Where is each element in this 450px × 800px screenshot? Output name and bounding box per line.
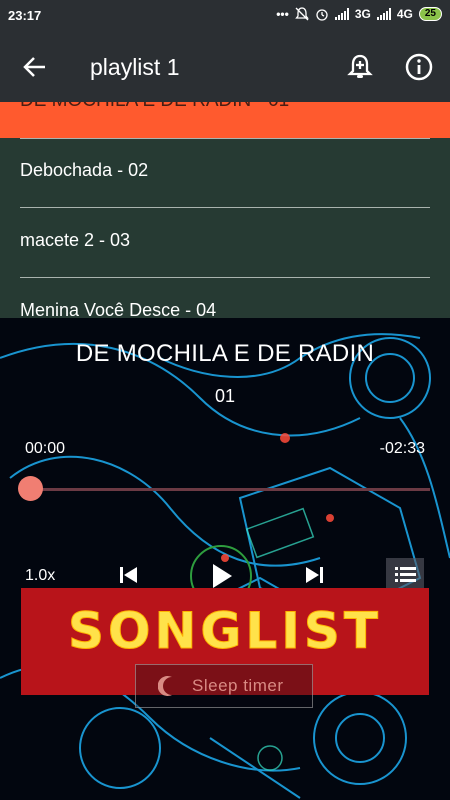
playlist-item-label: Debochada - 02 xyxy=(20,160,149,180)
playlist-item[interactable]: macete 2 - 03 xyxy=(0,208,450,278)
queue-button[interactable] xyxy=(386,558,424,592)
sleep-timer-button[interactable]: Sleep timer xyxy=(135,664,313,708)
track-number: 01 xyxy=(214,386,236,406)
play-icon xyxy=(213,564,232,588)
remaining-time: -02:33 xyxy=(379,440,425,457)
info-icon[interactable] xyxy=(404,52,434,82)
seek-bar[interactable] xyxy=(30,488,430,491)
status-time: 23:17 xyxy=(8,8,42,23)
playlist-item-label: macete 2 - 03 xyxy=(20,230,131,250)
list-icon xyxy=(395,567,416,582)
playlist-item[interactable]: Debochada - 02 xyxy=(0,138,450,208)
battery-icon: 25 xyxy=(418,7,442,21)
elapsed-time: 00:00 xyxy=(25,440,66,457)
network-type-2: 4G xyxy=(396,7,413,21)
status-bar: 23:17 ••• 3G 4G 25 xyxy=(0,0,450,32)
skip-next-icon[interactable] xyxy=(302,564,326,586)
more-dots-icon: ••• xyxy=(276,7,289,21)
status-icons: ••• 3G 4G 25 xyxy=(276,7,442,21)
signal-icon xyxy=(376,8,391,20)
arrow-left-icon[interactable] xyxy=(20,52,50,82)
divider xyxy=(20,138,430,139)
banner-text: SONGLIST xyxy=(68,602,382,661)
track-title: DE MOCHILA E DE RADIN xyxy=(75,340,375,367)
playlist-item[interactable]: DE MOCHILA E DE RADIN - 01 xyxy=(0,102,450,138)
app-bar: playlist 1 xyxy=(0,32,450,102)
now-playing-panel: DE MOCHILA E DE RADIN 01 00:00 -02:33 1.… xyxy=(0,318,450,800)
playback-speed-button[interactable]: 1.0x xyxy=(25,567,55,585)
seek-thumb[interactable] xyxy=(18,476,43,501)
playlist-item-label: Menina Você Desce - 04 xyxy=(20,300,217,318)
add-alarm-icon[interactable] xyxy=(345,52,375,82)
playlist-item-label: DE MOCHILA E DE RADIN - 01 xyxy=(20,102,289,112)
signal-icon xyxy=(334,8,349,20)
bell-off-icon xyxy=(295,7,309,21)
alarm-icon xyxy=(316,9,328,21)
page-title: playlist 1 xyxy=(90,54,180,80)
network-type-1: 3G xyxy=(354,7,371,21)
skip-previous-icon[interactable] xyxy=(117,564,141,586)
moon-icon xyxy=(158,676,172,696)
playlist-item[interactable]: Menina Você Desce - 04 xyxy=(0,278,450,318)
playlist: DE MOCHILA E DE RADIN - 01 Debochada - 0… xyxy=(0,102,450,318)
sleep-timer-label: Sleep timer xyxy=(192,676,284,695)
